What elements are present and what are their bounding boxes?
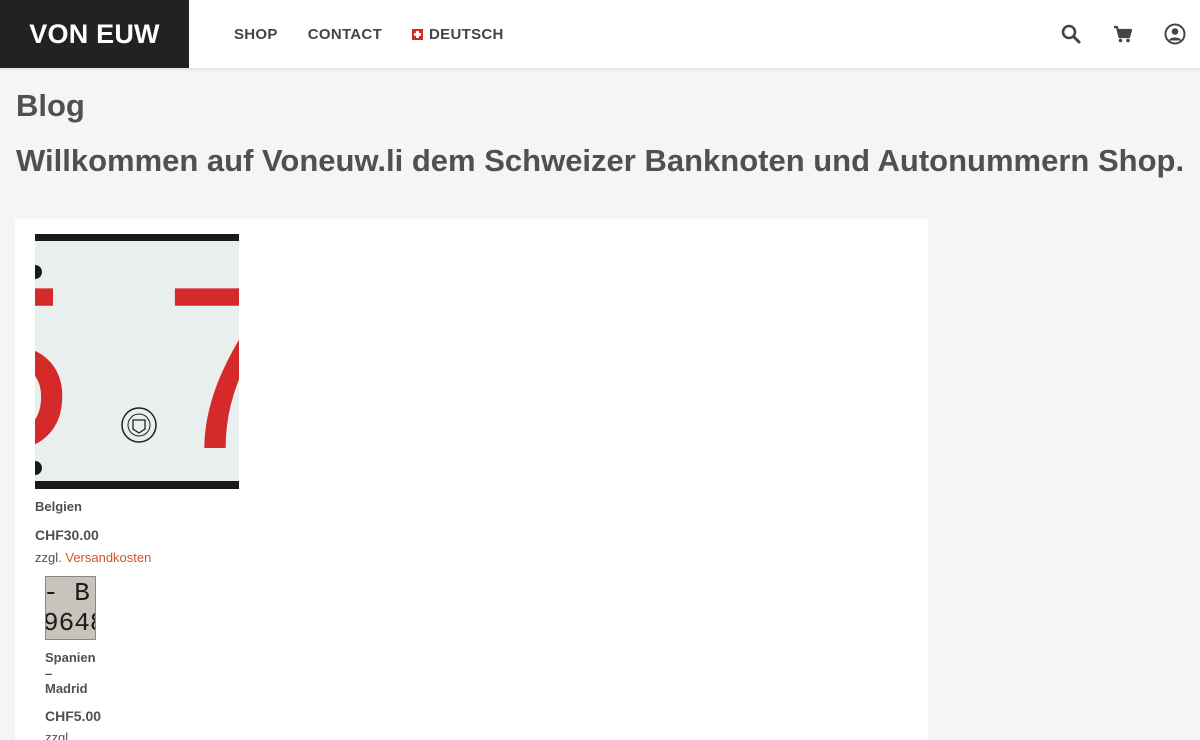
account-icon[interactable] [1164,23,1186,45]
product-name-line: – [45,665,53,681]
product-price: CHF5.00 [45,708,102,724]
plate-digit-5: 5 [35,253,72,485]
product-name[interactable]: Belgien [35,499,82,514]
shipping-note: zzgl. Versandkosten [35,550,151,565]
site-header: VON EUW SHOP CONTACT DEUTSCH [0,0,1200,68]
page-title: Blog [16,88,85,123]
cart-icon[interactable] [1112,23,1134,45]
product-image-spanien[interactable]: - B 9648 [45,576,96,640]
product-image-belgien[interactable]: 5 7 [35,234,239,489]
header-icons [1060,0,1186,68]
plate-seal-icon [121,407,157,443]
plate-text-line1: - B [45,578,90,608]
product-name[interactable]: Spanien – Madrid [45,650,115,697]
product-name-line: Spanien [45,650,96,665]
main-nav: SHOP CONTACT DEUTSCH [234,0,504,68]
welcome-heading: Willkommen auf Voneuw.li dem Schweizer B… [16,143,1185,178]
nav-language-label: DEUTSCH [429,25,504,43]
shipping-prefix: zzgl. [45,730,72,740]
plate-text-line2: 9648 [45,608,95,638]
swiss-flag-icon [412,28,424,40]
nav-contact[interactable]: CONTACT [308,26,382,43]
product-name-line: Madrid [45,681,88,696]
plate-digit-7: 7 [163,239,239,489]
license-plate-graphic: 5 7 [35,241,239,485]
shipping-link[interactable]: Versandkosten [65,550,151,565]
product-list: 5 7 Belgien CHF30.00 zzgl. Versandkosten… [15,219,928,740]
shipping-prefix: zzgl. [35,550,62,565]
nav-language[interactable]: DEUTSCH [412,26,504,43]
nav-shop[interactable]: SHOP [234,26,278,43]
search-icon[interactable] [1060,23,1082,45]
site-logo[interactable]: VON EUW [0,0,189,68]
product-price: CHF30.00 [35,527,99,543]
shipping-note: zzgl. [45,730,72,740]
